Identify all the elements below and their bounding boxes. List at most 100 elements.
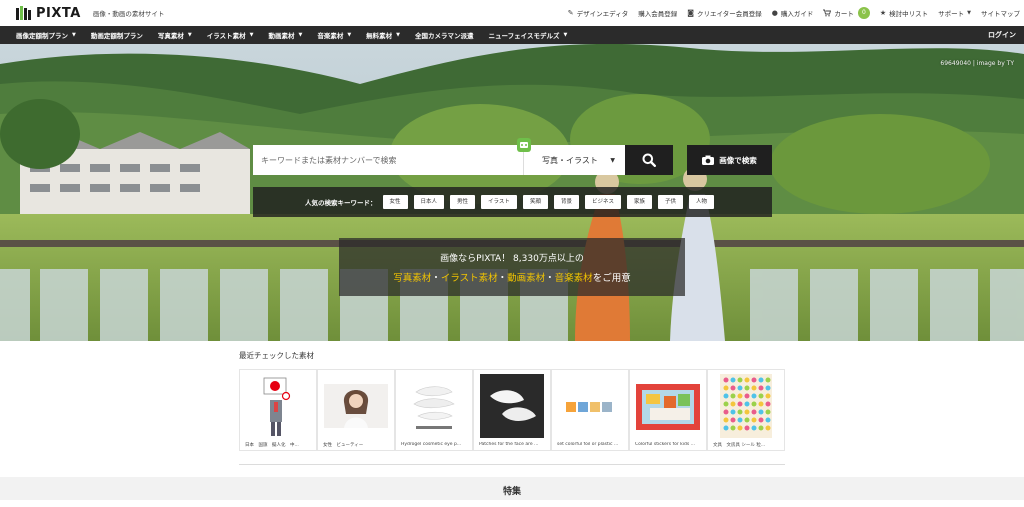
search-icon bbox=[642, 153, 656, 167]
caret-down-icon: ▼ bbox=[347, 32, 352, 38]
popular-tag[interactable]: 家族 bbox=[626, 195, 652, 209]
popular-tag[interactable]: 背景 bbox=[553, 195, 579, 209]
nav-label: 動画素材 bbox=[268, 32, 295, 40]
caret-down-icon: ▼ bbox=[72, 32, 76, 38]
search-input[interactable] bbox=[253, 145, 523, 175]
nav-label: 写真素材 bbox=[157, 32, 184, 40]
nav-illustration[interactable]: イラスト素材 ▼ bbox=[207, 30, 254, 40]
nav-label: ニューフェイスモデルズ bbox=[488, 32, 560, 40]
search-type-label: 写真・イラスト bbox=[542, 155, 598, 165]
thumbnail-image bbox=[636, 384, 700, 430]
search-bar: 写真・イラスト ▼ bbox=[253, 138, 673, 175]
promo-headline: 画像ならPIXTA！ 8,330万点以上の bbox=[440, 254, 584, 264]
camera-icon: ◙ bbox=[687, 9, 694, 17]
thumbnail-image bbox=[558, 374, 622, 438]
thumbnail-image bbox=[402, 374, 466, 438]
popular-tag[interactable]: 女性 bbox=[382, 195, 408, 209]
util-label: サポート bbox=[938, 10, 965, 18]
thumbnail-caption: 女性 ビューティー bbox=[323, 443, 364, 448]
search-type-select[interactable]: 写真・イラスト ▼ bbox=[523, 145, 625, 175]
thumbnail-image bbox=[246, 374, 310, 438]
thumbnail-caption: Patches for the face are ... bbox=[479, 442, 539, 447]
popular-tag[interactable]: 笑顔 bbox=[522, 195, 548, 209]
promo-sep: ・ bbox=[431, 273, 441, 284]
caret-down-icon: ▼ bbox=[563, 32, 568, 38]
cart-icon bbox=[823, 9, 832, 17]
search-button[interactable] bbox=[625, 145, 673, 175]
nav-label: 画像定額制プラン bbox=[16, 32, 68, 40]
image-search-label: 画像で検索 bbox=[719, 155, 757, 165]
features-section: 特集 bbox=[0, 477, 1024, 500]
nav-label: 音楽素材 bbox=[317, 32, 344, 40]
hero-banner: 69649040 | image by TY 写真・イラスト ▼ 画像で検索 人… bbox=[0, 44, 1024, 341]
recent-item[interactable]: 女性 ビューティー bbox=[317, 369, 395, 451]
login-link[interactable]: ログイン bbox=[988, 26, 1016, 44]
nav-music[interactable]: 音楽素材 ▼ bbox=[317, 30, 351, 40]
pixta-logo[interactable]: PIXTA bbox=[16, 6, 81, 21]
popular-tag[interactable]: イラスト bbox=[481, 195, 517, 209]
thumbnail-caption: set colorful foil or plastic ... bbox=[557, 442, 619, 447]
buyer-register-link[interactable]: 購入会員登録 bbox=[638, 8, 677, 18]
nav-label: 無料素材 bbox=[366, 32, 393, 40]
nav-label: 全国カメラマン派遣 bbox=[415, 32, 474, 40]
recent-item[interactable]: 日本 国旗 擬人化 中... bbox=[239, 369, 317, 451]
pencil-square-icon: ✎ bbox=[567, 9, 574, 17]
popular-tag[interactable]: 子供 bbox=[658, 195, 684, 209]
design-editor-link[interactable]: ✎ デザインエディタ bbox=[568, 8, 628, 18]
popular-tag[interactable]: 日本人 bbox=[413, 195, 445, 209]
ai-robot-icon[interactable] bbox=[517, 138, 531, 152]
sitemap-link[interactable]: サイトマップ bbox=[981, 8, 1020, 18]
util-label: 購入会員登録 bbox=[638, 10, 678, 18]
cart-link[interactable]: カート 0 bbox=[823, 7, 870, 19]
nav-free[interactable]: 無料素材 ▼ bbox=[366, 30, 400, 40]
recent-item[interactable]: Colorful stickers for kids ... bbox=[629, 369, 707, 451]
recent-item[interactable]: Patches for the face are ... bbox=[473, 369, 551, 451]
promo-subline: 写真素材・イラスト素材・動画素材・音楽素材をご用意 bbox=[339, 270, 685, 284]
section-title: 最近チェックした素材 bbox=[239, 351, 314, 360]
recent-thumbnails: 日本 国旗 擬人化 中... 女性 ビューティー Hydrogel cosmet… bbox=[239, 369, 785, 451]
creator-register-link[interactable]: ◙ クリエイター会員登録 bbox=[687, 8, 762, 18]
recent-item[interactable]: set colorful foil or plastic ... bbox=[551, 369, 629, 451]
promo-link-photo[interactable]: 写真素材 bbox=[393, 273, 431, 284]
popular-keywords: 人気の検索キーワード： 女性 日本人 男性 イラスト 笑顔 背景 ビジネス 家族… bbox=[253, 187, 772, 217]
thumbnail-image bbox=[720, 374, 772, 438]
caret-down-icon: ▼ bbox=[610, 156, 615, 164]
features-title: 特集 bbox=[502, 487, 521, 497]
nav-image-plan[interactable]: 画像定額制プラン ▼ bbox=[16, 30, 76, 40]
nav-new-face-models[interactable]: ニューフェイスモデルズ ▼ bbox=[489, 30, 568, 40]
watchlist-link[interactable]: ★ 検討中リスト bbox=[880, 8, 928, 18]
info-icon: ● bbox=[771, 9, 778, 17]
util-label: デザインエディタ bbox=[576, 10, 629, 18]
nav-photo[interactable]: 写真素材 ▼ bbox=[158, 30, 192, 40]
nav-video[interactable]: 動画素材 ▼ bbox=[268, 30, 302, 40]
pixta-logo-icon bbox=[16, 6, 31, 20]
popular-keywords-label: 人気の検索キーワード： bbox=[305, 199, 377, 207]
support-menu[interactable]: サポート ▼ bbox=[938, 8, 971, 18]
thumbnail-caption: Colorful stickers for kids ... bbox=[635, 442, 695, 447]
caret-down-icon: ▼ bbox=[249, 32, 254, 38]
nav-photographer[interactable]: 全国カメラマン派遣 bbox=[415, 30, 474, 40]
camera-icon bbox=[702, 155, 715, 165]
recent-item[interactable]: 文具 文房具 シール 粒... bbox=[707, 369, 785, 451]
popular-tag[interactable]: ビジネス bbox=[584, 195, 621, 209]
thumbnail-caption: Hydrogel cosmetic eye p... bbox=[401, 442, 462, 447]
promo-link-video[interactable]: 動画素材 bbox=[507, 273, 545, 284]
promo-link-music[interactable]: 音楽素材 bbox=[555, 273, 593, 284]
thumbnail-image bbox=[480, 374, 544, 438]
site-tagline: 画像・動画の素材サイト bbox=[92, 10, 165, 18]
popular-tag[interactable]: 人物 bbox=[689, 195, 715, 209]
nav-video-plan[interactable]: 動画定額制プラン bbox=[91, 30, 143, 40]
purchase-guide-link[interactable]: ● 購入ガイド bbox=[772, 8, 814, 18]
image-search-button[interactable]: 画像で検索 bbox=[687, 145, 772, 175]
nav-label: 動画定額制プラン bbox=[90, 32, 143, 40]
caret-down-icon: ▼ bbox=[187, 32, 192, 38]
recently-checked-section: 最近チェックした素材 日本 国旗 擬人化 中... 女性 ビューティー Hydr… bbox=[239, 350, 785, 451]
logo-text: PIXTA bbox=[36, 5, 81, 21]
popular-tag[interactable]: 男性 bbox=[450, 195, 476, 209]
promo-link-illustration[interactable]: イラスト素材 bbox=[441, 273, 498, 284]
recent-item[interactable]: Hydrogel cosmetic eye p... bbox=[395, 369, 473, 451]
cart-count-badge: 0 bbox=[857, 7, 870, 19]
nav-label: イラスト素材 bbox=[206, 32, 246, 40]
image-credit: 69649040 | image by TY bbox=[940, 60, 1014, 67]
caret-down-icon: ▼ bbox=[967, 10, 971, 16]
